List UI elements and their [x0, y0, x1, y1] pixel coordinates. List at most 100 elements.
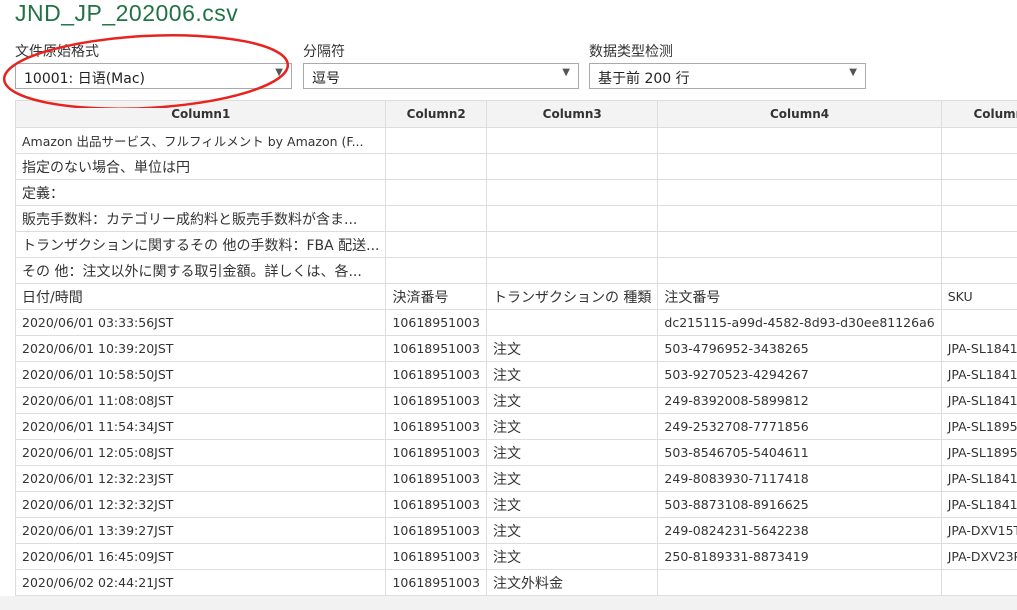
table-cell: 503-9270523-4294267	[657, 361, 942, 388]
chevron-down-icon: ▼	[562, 67, 570, 78]
encoding-label: 文件原始格式	[15, 44, 99, 60]
table-row: 2020/06/01 11:08:08JST 10618951003 注文 249-8…	[14, 387, 1017, 414]
table-cell: 注文外料金	[485, 569, 659, 596]
table-row: その 他：注文以外に関する取引金額。詳しくは、各...	[14, 257, 1017, 284]
table-cell	[657, 231, 942, 258]
table-cell: 10618951003	[385, 569, 487, 596]
table-cell	[485, 153, 659, 180]
column-header-4[interactable]: Column4	[657, 100, 942, 128]
table-row: 定義：	[14, 179, 1017, 206]
table-cell	[657, 153, 942, 180]
table-cell: 10618951003	[385, 465, 487, 492]
table-row: トランザクションに関するその 他の手数料：FBA 配送...	[14, 231, 1017, 258]
table-cell: 10618951003	[385, 517, 487, 544]
table-cell: 2020/06/01 11:08:08JST	[14, 387, 387, 414]
table-cell: 注文	[485, 439, 659, 466]
table-cell: 定義：	[14, 179, 387, 206]
table-cell: 注文	[485, 491, 659, 518]
delimiter-value: 逗号	[312, 71, 340, 87]
table-cell: 10618951003	[385, 387, 487, 414]
table-cell	[385, 231, 487, 258]
table-cell	[940, 153, 1017, 180]
table-cell	[940, 127, 1017, 154]
chevron-down-icon: ▼	[275, 67, 283, 78]
bottom-bar	[0, 596, 1017, 610]
detection-label: 数据类型检测	[589, 44, 673, 60]
table-cell: 注文	[485, 465, 659, 492]
column-header-1[interactable]: Column1	[14, 100, 387, 128]
table-cell	[657, 569, 942, 596]
table-row: 2020/06/01 10:39:20JST 10618951003 注文 503-4…	[14, 335, 1017, 362]
table-cell: 2020/06/01 12:05:08JST	[14, 439, 387, 466]
table-cell: 10618951003	[385, 335, 487, 362]
table-cell: 249-2532708-7771856	[657, 413, 942, 440]
table-row: 指定のない場合、単位は円	[14, 153, 1017, 180]
table-cell	[485, 179, 659, 206]
table-cell: 503-4796952-3438265	[657, 335, 942, 362]
column-header-2[interactable]: Column2	[385, 100, 487, 128]
table-cell: 10618951003	[385, 439, 487, 466]
table-row: 2020/06/01 13:39:27JST 10618951003 注文 249-0…	[14, 517, 1017, 544]
delimiter-select[interactable]: 逗号 ▼	[303, 63, 579, 89]
table-cell: 日付/時間	[14, 283, 387, 310]
table-row: Amazon 出品サービス、フルフィルメント by Amazon (F...	[14, 127, 1017, 154]
table-cell: JPA-SL18957P-5-F	[940, 413, 1017, 440]
table-row: 日付/時間 決済番号 トランザクションの 種類 注文番号 SKU	[14, 283, 1017, 310]
encoding-value: 10001: 日语(Mac)	[24, 71, 145, 87]
column-header-5[interactable]: Column5	[940, 100, 1017, 128]
table-cell: 249-0824231-5642238	[657, 517, 942, 544]
preview-table: Column1Column2Column3Column4Column5 Amaz…	[14, 100, 1017, 596]
table-cell	[385, 153, 487, 180]
table-cell	[485, 205, 659, 232]
table-cell: 10618951003	[385, 491, 487, 518]
table-cell	[485, 309, 659, 336]
file-title: JND_JP_202006.csv	[15, 0, 239, 26]
column-header-3[interactable]: Column3	[485, 100, 659, 128]
table-cell: JPA-DXV23PJ-F	[940, 543, 1017, 570]
table-cell: 2020/06/01 13:39:27JST	[14, 517, 387, 544]
header-row: Column1Column2Column3Column4Column5	[14, 100, 1017, 128]
table-cell: 10618951003	[385, 413, 487, 440]
table-cell: 注文	[485, 335, 659, 362]
chevron-down-icon: ▼	[849, 67, 857, 78]
table-cell	[385, 179, 487, 206]
table-cell: 決済番号	[385, 283, 487, 310]
table-cell: 249-8083930-7117418	[657, 465, 942, 492]
table-cell	[485, 257, 659, 284]
table-cell: JPA-SL18410-5B-F	[940, 491, 1017, 518]
table-cell	[940, 309, 1017, 336]
table-cell	[657, 257, 942, 284]
table-cell	[940, 179, 1017, 206]
table-cell	[385, 257, 487, 284]
table-cell: 注文	[485, 543, 659, 570]
table-cell	[485, 231, 659, 258]
detection-value: 基于前 200 行	[598, 71, 690, 87]
table-cell	[657, 127, 942, 154]
table-cell: JPA-SL18410-5B-F	[940, 465, 1017, 492]
table-row: 2020/06/01 11:54:34JST 10618951003 注文 249-2…	[14, 413, 1017, 440]
table-cell	[940, 569, 1017, 596]
table-cell	[485, 127, 659, 154]
table-cell: JPA-SL18957P-5-F	[940, 439, 1017, 466]
table-cell	[657, 179, 942, 206]
table-cell: 注文	[485, 517, 659, 544]
table-cell: JPA-SL18410P-5A-	[940, 387, 1017, 414]
table-cell: JPA-SL18410P-5A-	[940, 361, 1017, 388]
table-cell	[940, 231, 1017, 258]
table-row: 2020/06/01 10:58:50JST 10618951003 注文 503-9…	[14, 361, 1017, 388]
table-cell	[385, 127, 487, 154]
table-cell: 2020/06/01 10:58:50JST	[14, 361, 387, 388]
table-cell: 503-8873108-8916625	[657, 491, 942, 518]
table-cell: SKU	[940, 283, 1017, 310]
table-cell: その 他：注文以外に関する取引金額。詳しくは、各...	[14, 257, 387, 284]
table-row: 2020/06/01 12:32:23JST 10618951003 注文 249-8…	[14, 465, 1017, 492]
table-cell: 250-8189331-8873419	[657, 543, 942, 570]
table-cell: 2020/06/01 03:33:56JST	[14, 309, 387, 336]
table-row: 2020/06/01 12:05:08JST 10618951003 注文 503-8…	[14, 439, 1017, 466]
table-cell: 10618951003	[385, 309, 487, 336]
encoding-select[interactable]: 10001: 日语(Mac) ▼	[15, 63, 292, 89]
table-cell: JPA-DXV15TJ	[940, 517, 1017, 544]
detection-select[interactable]: 基于前 200 行 ▼	[589, 63, 866, 89]
table-cell: 10618951003	[385, 361, 487, 388]
table-cell: 10618951003	[385, 543, 487, 570]
